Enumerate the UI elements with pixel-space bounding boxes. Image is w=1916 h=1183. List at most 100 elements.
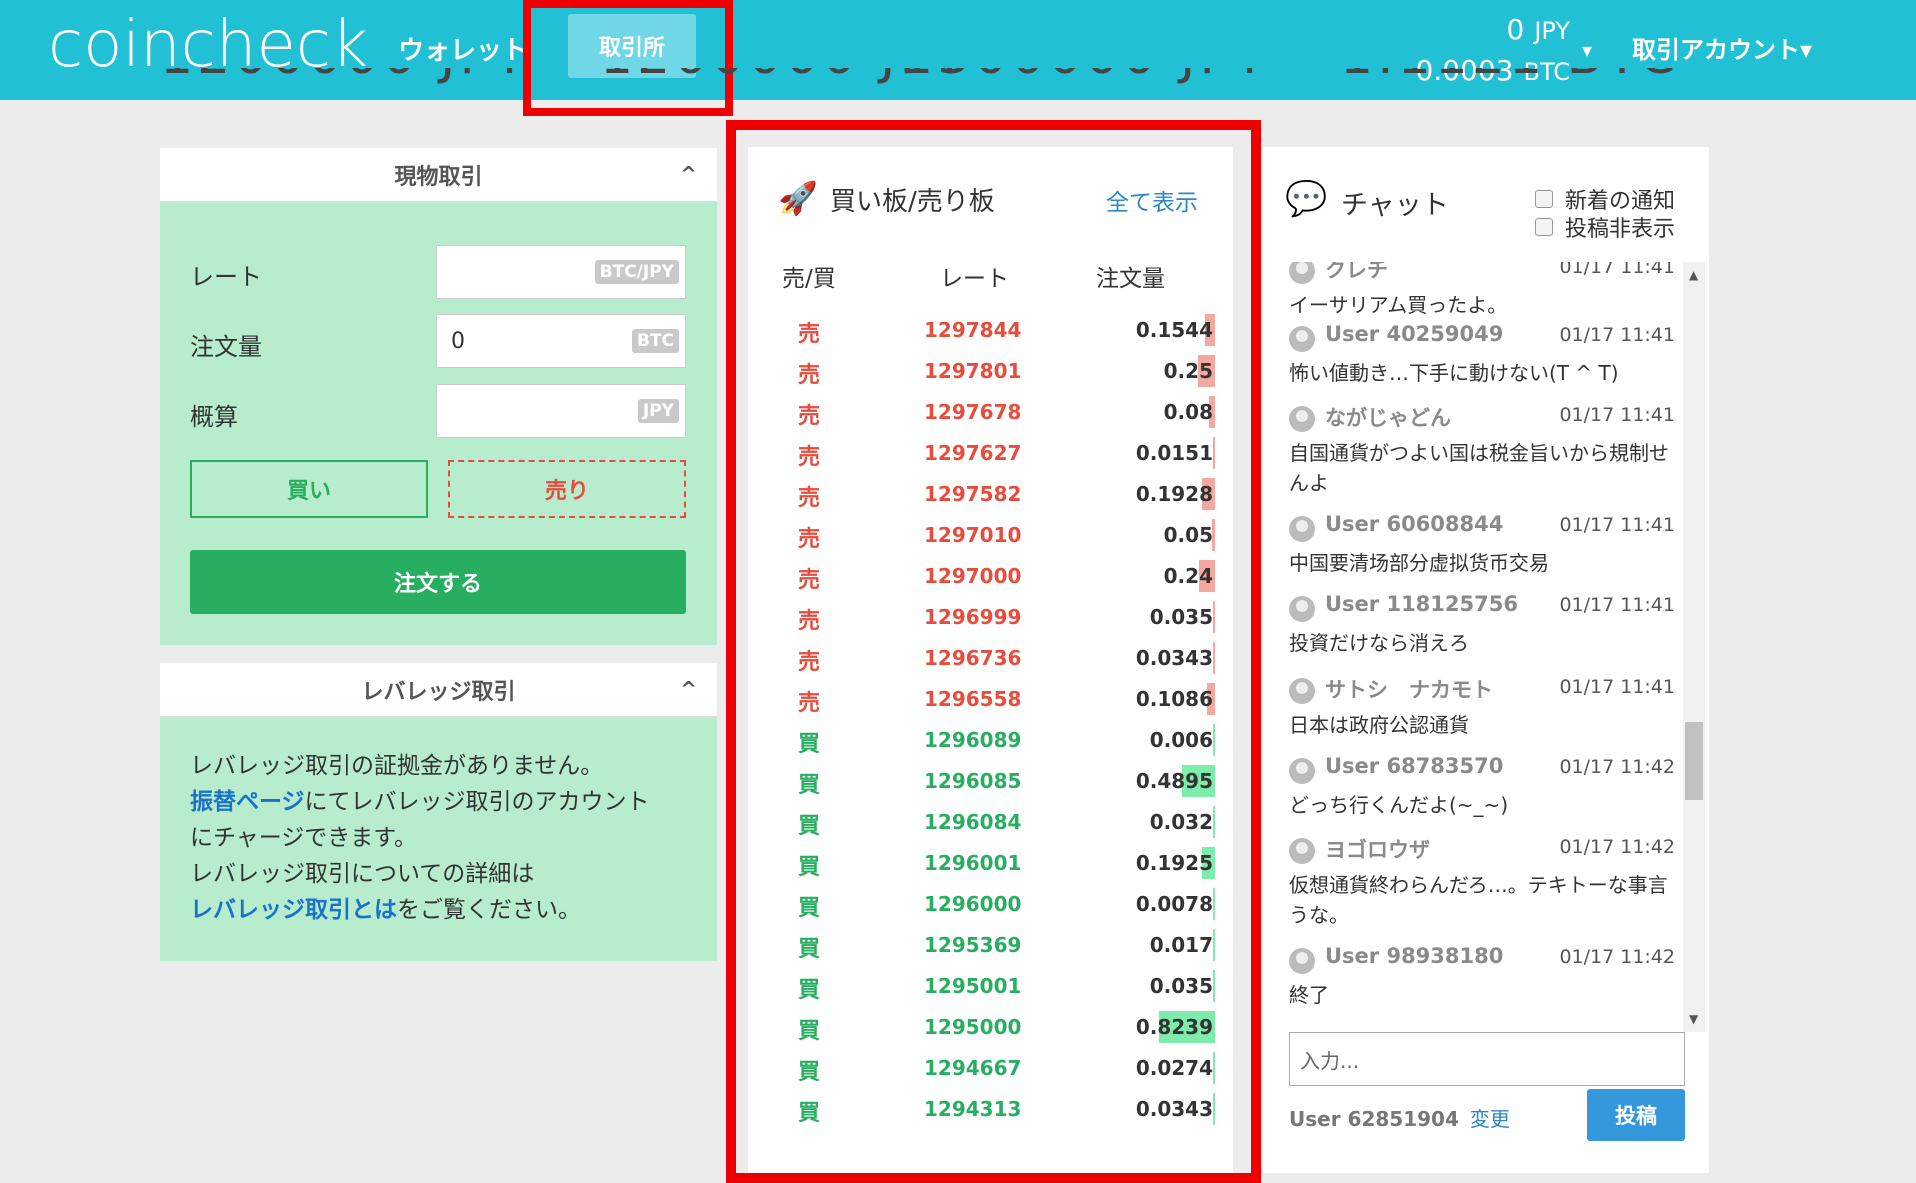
message-time: 01/17 11:42: [1559, 946, 1675, 968]
leverage-info-text: レバレッジ取引の証拠金がありません。 振替ページにてレバレッジ取引のアカウント …: [190, 748, 690, 928]
depth-bar: [1213, 1052, 1215, 1084]
avatar: [1289, 678, 1315, 704]
balance-caret-icon[interactable]: ▾: [1582, 38, 1592, 62]
message-body: 仮想通貨終わらんだろ…。テキトーな事言うな。: [1289, 873, 1668, 927]
message-username[interactable]: ヨゴロウザ: [1325, 834, 1430, 864]
message-username[interactable]: User 40259049: [1325, 322, 1503, 346]
scroll-up-icon[interactable]: ▲: [1689, 268, 1698, 282]
hide-posts-checkbox[interactable]: 投稿非表示: [1535, 211, 1675, 243]
checkbox-icon[interactable]: [1535, 218, 1553, 236]
message-username[interactable]: User 68783570: [1325, 754, 1503, 778]
leverage-about-link[interactable]: レバレッジ取引とは: [190, 897, 397, 923]
order-amount: 0.1544: [1135, 318, 1213, 342]
order-amount: 0.0274: [1135, 1056, 1213, 1080]
order-amount: 0.035: [1149, 605, 1213, 629]
order-amount: 0.1086: [1135, 687, 1213, 711]
current-user-name: User 62851904: [1289, 1107, 1459, 1131]
order-amount: 0.1925: [1135, 851, 1213, 875]
chat-title: チャット: [1341, 190, 1449, 221]
depth-bar: [1212, 601, 1215, 633]
checkbox-icon[interactable]: [1535, 190, 1553, 208]
post-button[interactable]: 投稿: [1587, 1089, 1685, 1141]
account-label: 取引アカウント: [1632, 36, 1800, 64]
order-amount: 0.035: [1149, 974, 1213, 998]
message-body: 終了: [1289, 983, 1329, 1007]
order-amount: 0.017: [1149, 933, 1213, 957]
ticker-item: 1200000 JPY: [160, 68, 529, 86]
chat-scrollbar[interactable]: ▲ ▼: [1683, 262, 1705, 1032]
message-body: 投資だけなら消えろ: [1289, 631, 1469, 655]
balance-jpy-unit: JPY: [1534, 17, 1570, 45]
nav-wallet-link[interactable]: ウォレット: [398, 30, 528, 67]
order-amount: 0.8239: [1135, 1015, 1213, 1039]
message-username[interactable]: User 118125756: [1325, 592, 1518, 616]
scroll-down-icon[interactable]: ▼: [1689, 1012, 1698, 1026]
spot-panel-title: 現物取引: [394, 164, 483, 190]
avatar: [1289, 838, 1315, 864]
estimate-label: 概算: [190, 403, 238, 431]
chat-panel: 💬 チャット 新着の通知 投稿非表示 クレチ 01/17 11:41 イーサリアム買…: [1263, 147, 1709, 1173]
account-menu[interactable]: 取引アカウント▾: [1632, 30, 1812, 65]
order-amount: 0.4895: [1135, 769, 1213, 793]
order-amount: 0.0078: [1135, 892, 1213, 916]
message-username[interactable]: User 98938180: [1325, 944, 1503, 968]
amount-unit-badge: BTC: [631, 329, 679, 353]
chevron-up-icon[interactable]: ^: [680, 677, 697, 701]
message-username[interactable]: サトシ ナカモト: [1325, 674, 1493, 704]
spot-panel-header[interactable]: 現物取引 ^: [160, 148, 717, 202]
avatar: [1289, 516, 1315, 542]
depth-bar: [1212, 970, 1215, 1002]
amount-input[interactable]: 0 BTC: [436, 314, 686, 368]
message-time: 01/17 11:41: [1559, 262, 1675, 278]
balance-jpy: 0 JPY: [1370, 10, 1570, 51]
order-amount: 0.006: [1149, 728, 1213, 752]
place-order-button[interactable]: 注文する: [190, 550, 686, 614]
ticker-strip: 1200000 JPY 1200000 JPY 1300000 JPY 1.11…: [0, 68, 1916, 108]
change-user-link[interactable]: 変更: [1470, 1107, 1510, 1131]
message-body: イーサリアム買ったよ。: [1289, 293, 1508, 317]
message-body: 中国要清场部分虚拟货币交易: [1289, 551, 1549, 575]
estimate-input[interactable]: JPY: [436, 384, 686, 438]
rate-input[interactable]: BTC/JPY: [436, 245, 686, 299]
depth-bar: [1213, 724, 1215, 756]
depth-bar: [1213, 437, 1215, 469]
leverage-panel-header[interactable]: レバレッジ取引 ^: [160, 663, 717, 717]
hide-posts-label: 投稿非表示: [1565, 217, 1676, 242]
message-body: どっち行くんだよ(~_~): [1289, 793, 1509, 817]
chat-message-list[interactable]: クレチ 01/17 11:41 イーサリアム買ったよ。 User 40259049 01…: [1263, 262, 1683, 1032]
leverage-text-line: レバレッジ取引の証拠金がありません。: [190, 753, 604, 779]
chat-message-input[interactable]: 入力...: [1289, 1032, 1685, 1086]
buy-toggle-button[interactable]: 買い: [190, 460, 428, 518]
transfer-page-link[interactable]: 振替ページ: [190, 789, 305, 815]
message-time: 01/17 11:42: [1559, 836, 1675, 858]
depth-bar: [1212, 806, 1215, 838]
leverage-text-line: 振替ページにてレバレッジ取引のアカウント: [190, 784, 690, 820]
avatar: [1289, 326, 1315, 352]
estimate-unit-badge: JPY: [637, 399, 679, 423]
avatar: [1289, 758, 1315, 784]
message-username[interactable]: ながじゃどん: [1325, 402, 1451, 432]
avatar: [1289, 596, 1315, 622]
leverage-text-span: をご覧ください。: [397, 897, 581, 923]
depth-bar: [1213, 888, 1215, 920]
message-body: 怖い値動き…下手に動けない(T ^ T): [1289, 361, 1619, 385]
scroll-thumb[interactable]: [1685, 722, 1703, 800]
message-username[interactable]: User 60608844: [1325, 512, 1503, 536]
order-amount: 0.032: [1149, 810, 1213, 834]
sell-toggle-button[interactable]: 売り: [448, 460, 686, 518]
message-time: 01/17 11:41: [1559, 324, 1675, 346]
depth-bar: [1212, 1093, 1215, 1125]
order-amount: 0.1928: [1135, 482, 1213, 506]
message-body: 日本は政府公認通貨: [1289, 713, 1469, 737]
avatar: [1289, 948, 1315, 974]
depth-bar: [1213, 929, 1215, 961]
leverage-text-line: にチャージできます。: [190, 825, 418, 851]
leverage-text-span: にてレバレッジ取引のアカウント: [304, 789, 650, 815]
depth-bar: [1212, 642, 1215, 674]
chevron-up-icon[interactable]: ^: [680, 162, 697, 186]
message-username[interactable]: クレチ: [1325, 262, 1388, 284]
order-amount: 0.0343: [1135, 1097, 1213, 1121]
message-body: 自国通貨がつよい国は税金旨いから規制せんよ: [1289, 441, 1669, 495]
chat-bubble-icon: 💬: [1285, 179, 1328, 219]
ticker-item: 1.1121 BTC: [1340, 68, 1679, 86]
